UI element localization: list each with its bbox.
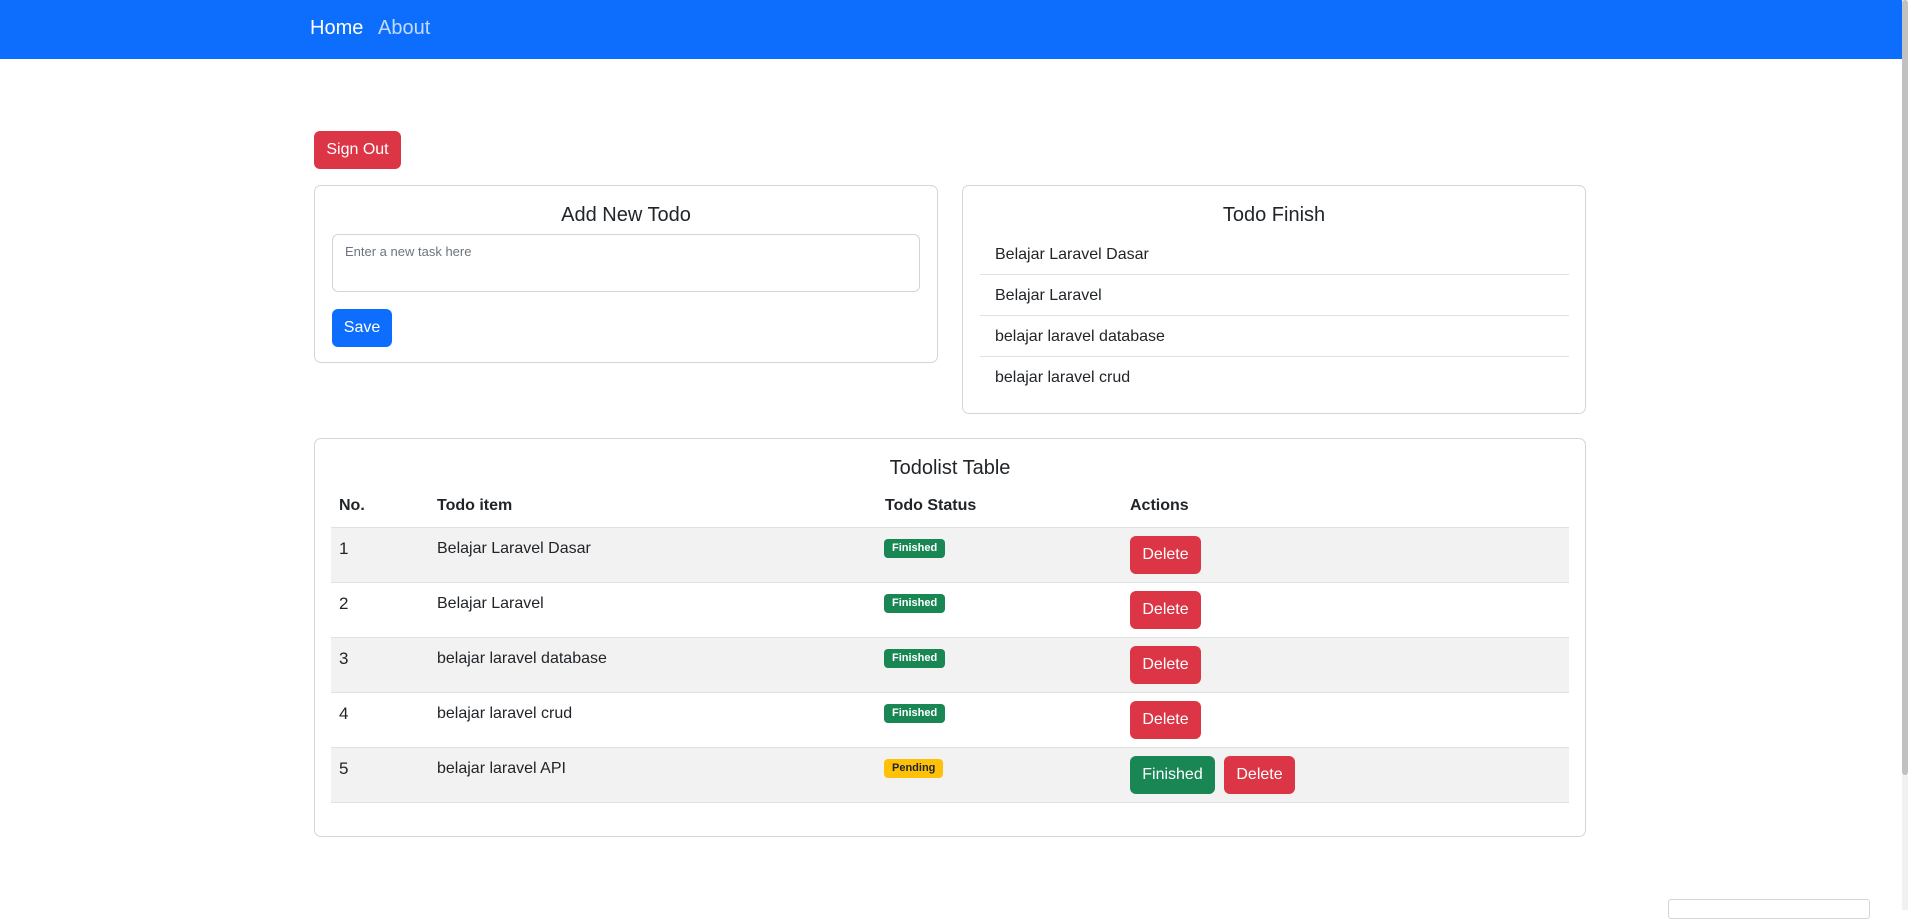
add-todo-card: Add New Todo Save xyxy=(314,185,938,363)
add-todo-title: Add New Todo xyxy=(561,204,691,226)
status-badge: Finished xyxy=(884,539,946,558)
todolist-table-title: Todolist Table xyxy=(889,457,1011,479)
row-number: 1 xyxy=(339,539,349,558)
todo-finish-card: Todo Finish Belajar Laravel Dasar Belaja… xyxy=(962,185,1586,414)
row-todo-item: belajar laravel database xyxy=(437,650,607,667)
row-number: 3 xyxy=(339,649,349,668)
delete-button[interactable]: Delete xyxy=(1130,536,1201,574)
table-header-item: Todo item xyxy=(437,497,513,514)
nav-link-about[interactable]: About xyxy=(378,16,430,40)
mark-finished-button[interactable]: Finished xyxy=(1130,756,1215,794)
delete-button[interactable]: Delete xyxy=(1130,591,1201,629)
status-badge: Finished xyxy=(884,594,946,613)
scrollbar-thumb[interactable] xyxy=(1902,0,1908,775)
sign-out-button[interactable]: Sign Out xyxy=(314,131,401,169)
table-row: 1 Belajar Laravel Dasar Finished Delete xyxy=(331,527,1569,582)
row-todo-item: belajar laravel crud xyxy=(437,705,573,722)
table-row: 2 Belajar Laravel Finished Delete xyxy=(331,582,1569,637)
table-row: 3 belajar laravel database Finished Dele… xyxy=(331,637,1569,692)
finish-list-item: belajar laravel crud xyxy=(995,369,1131,386)
scrollbar[interactable] xyxy=(1902,0,1908,910)
delete-button[interactable]: Delete xyxy=(1130,646,1201,684)
table-header-no: No. xyxy=(339,497,365,514)
table-row: 5 belajar laravel API Pending Finished D… xyxy=(331,747,1569,803)
finish-list-item: Belajar Laravel Dasar xyxy=(980,234,1569,275)
row-todo-item: Belajar Laravel Dasar xyxy=(437,540,591,557)
row-todo-item: belajar laravel API xyxy=(437,760,566,777)
table-header-status: Todo Status xyxy=(885,497,977,514)
row-todo-item: Belajar Laravel xyxy=(437,595,544,612)
row-number: 4 xyxy=(339,704,349,723)
finish-list-item: Belajar Laravel xyxy=(980,275,1569,316)
nav-link-home[interactable]: Home xyxy=(310,16,363,40)
navbar: Home About xyxy=(0,0,1902,59)
status-badge: Pending xyxy=(884,759,944,778)
row-number: 5 xyxy=(339,759,349,778)
delete-button[interactable]: Delete xyxy=(1224,756,1295,794)
status-badge: Finished xyxy=(884,649,946,668)
hosting-badge xyxy=(1668,899,1870,919)
table-row: 4 belajar laravel crud Finished Delete xyxy=(331,692,1569,747)
todo-finish-title: Todo Finish xyxy=(1222,204,1326,226)
save-button[interactable]: Save xyxy=(332,309,392,347)
finish-list-item: belajar laravel database xyxy=(980,316,1569,357)
new-task-input[interactable] xyxy=(332,234,920,292)
delete-button[interactable]: Delete xyxy=(1130,701,1201,739)
table-header-actions: Actions xyxy=(1130,497,1189,514)
status-badge: Finished xyxy=(884,704,946,723)
row-number: 2 xyxy=(339,594,349,613)
